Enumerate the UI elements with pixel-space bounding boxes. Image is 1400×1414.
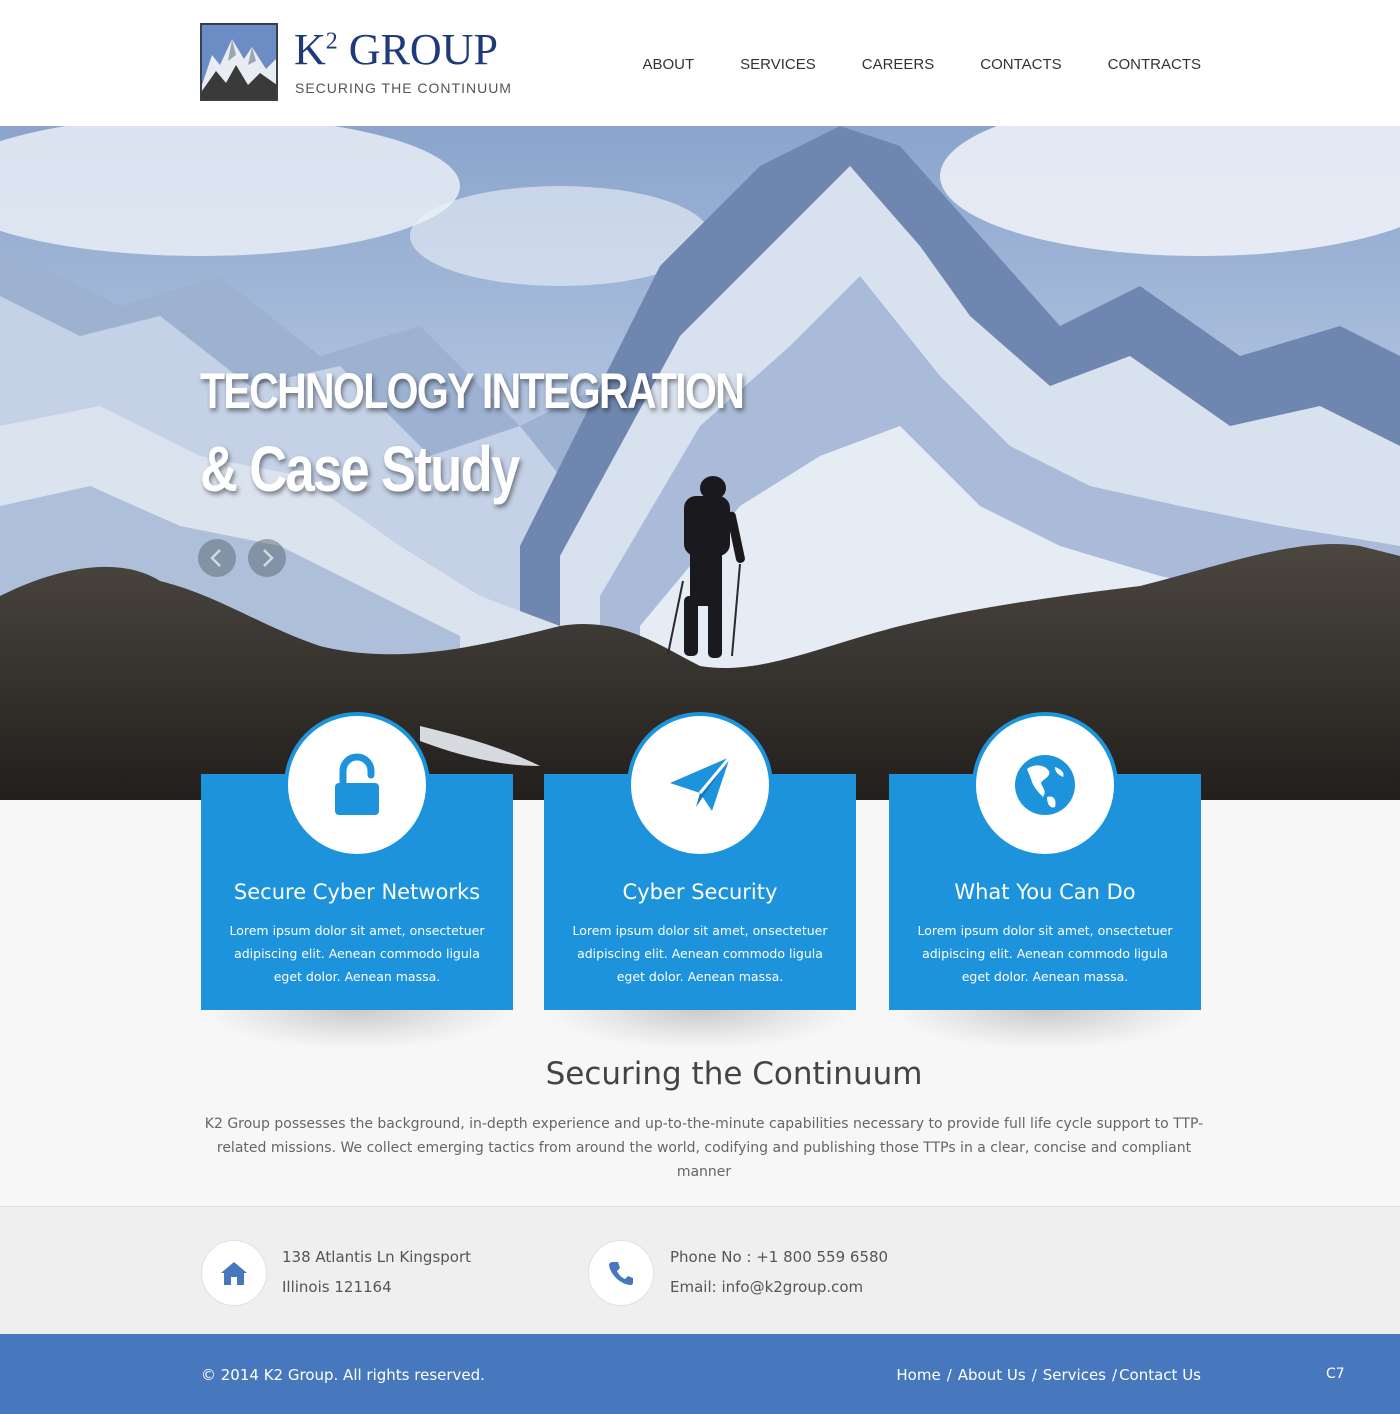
intro-text: K2 Group possesses the background, in-de… xyxy=(204,1116,1204,1180)
globe-icon xyxy=(1015,755,1075,815)
hero-slider: TECHNOLOGY INTEGRATION & Case Study xyxy=(0,126,1400,800)
nav-contacts[interactable]: CONTACTS xyxy=(980,56,1061,73)
footer-code: C7 xyxy=(1326,1366,1345,1382)
address-line1: 138 Atlantis Ln Kingsport xyxy=(282,1248,472,1266)
address-line2: Illinois 121164 xyxy=(282,1278,392,1296)
logo-mountain-image[interactable] xyxy=(200,23,278,101)
slider-next-button[interactable] xyxy=(248,539,286,577)
intro-title: Securing the Continuum xyxy=(545,1056,923,1092)
separator: / xyxy=(1112,1366,1118,1384)
address-icon-circle xyxy=(201,1240,267,1306)
footer-link-home[interactable]: Home xyxy=(896,1366,940,1384)
hero-title-line2: & Case Study xyxy=(200,433,520,505)
feature-icon-circle xyxy=(972,712,1118,858)
feature-title: Secure Cyber Networks xyxy=(233,880,481,904)
footer-link-contact[interactable]: Contact Us xyxy=(1119,1366,1201,1384)
feature-title: Cyber Security xyxy=(622,880,778,904)
feature-icon-circle xyxy=(284,712,430,858)
phone-number[interactable]: Phone No : +1 800 559 6580 xyxy=(670,1248,888,1266)
copyright-text: © 2014 K2 Group. All rights reserved. xyxy=(201,1366,485,1384)
main-nav: ABOUT SERVICES CAREERS CONTACTS CONTRACT… xyxy=(642,56,1201,73)
feature-text: Lorem ipsum dolor sit amet, onsectetuer … xyxy=(917,923,1173,984)
site-footer: © 2014 K2 Group. All rights reserved. Ho… xyxy=(0,1334,1400,1414)
paper-plane-icon xyxy=(670,756,732,811)
unlock-icon xyxy=(335,753,379,815)
feature-title: What You Can Do xyxy=(954,880,1136,904)
feature-icon-circle xyxy=(627,712,773,858)
logo-tagline: SECURING THE CONTINUUM xyxy=(295,80,512,96)
card-shadow xyxy=(544,1010,856,1050)
nav-careers[interactable]: CAREERS xyxy=(862,56,935,73)
nav-about[interactable]: ABOUT xyxy=(642,56,694,73)
slider-prev-button[interactable] xyxy=(198,539,236,577)
footer-link-services[interactable]: Services xyxy=(1043,1366,1106,1384)
logo-title[interactable]: K2 GROUP xyxy=(294,24,498,75)
mountain-logo-icon xyxy=(202,25,276,99)
chevron-right-icon xyxy=(263,549,274,567)
separator: / xyxy=(946,1366,952,1384)
separator: / xyxy=(1031,1366,1037,1384)
nav-services[interactable]: SERVICES xyxy=(740,56,816,73)
card-shadow xyxy=(889,1010,1201,1050)
home-icon xyxy=(221,1262,247,1285)
email-address[interactable]: Email: info@k2group.com xyxy=(670,1278,863,1296)
card-shadow xyxy=(201,1010,513,1050)
nav-contracts[interactable]: CONTRACTS xyxy=(1108,56,1201,73)
feature-text: Lorem ipsum dolor sit amet, onsectetuer … xyxy=(229,923,485,984)
footer-links: Home / About Us / Services / Contact Us xyxy=(896,1366,1201,1384)
phone-icon xyxy=(609,1262,633,1285)
contact-band: 138 Atlantis Ln Kingsport Illinois 12116… xyxy=(0,1206,1400,1334)
footer-link-about[interactable]: About Us xyxy=(958,1366,1026,1384)
feature-text: Lorem ipsum dolor sit amet, onsectetuer … xyxy=(572,923,828,984)
site-header: K2 GROUP SECURING THE CONTINUUM ABOUT SE… xyxy=(0,0,1400,126)
hero-title-line1: TECHNOLOGY INTEGRATION xyxy=(200,363,745,419)
chevron-left-icon xyxy=(210,549,221,567)
phone-icon-circle xyxy=(588,1240,654,1306)
